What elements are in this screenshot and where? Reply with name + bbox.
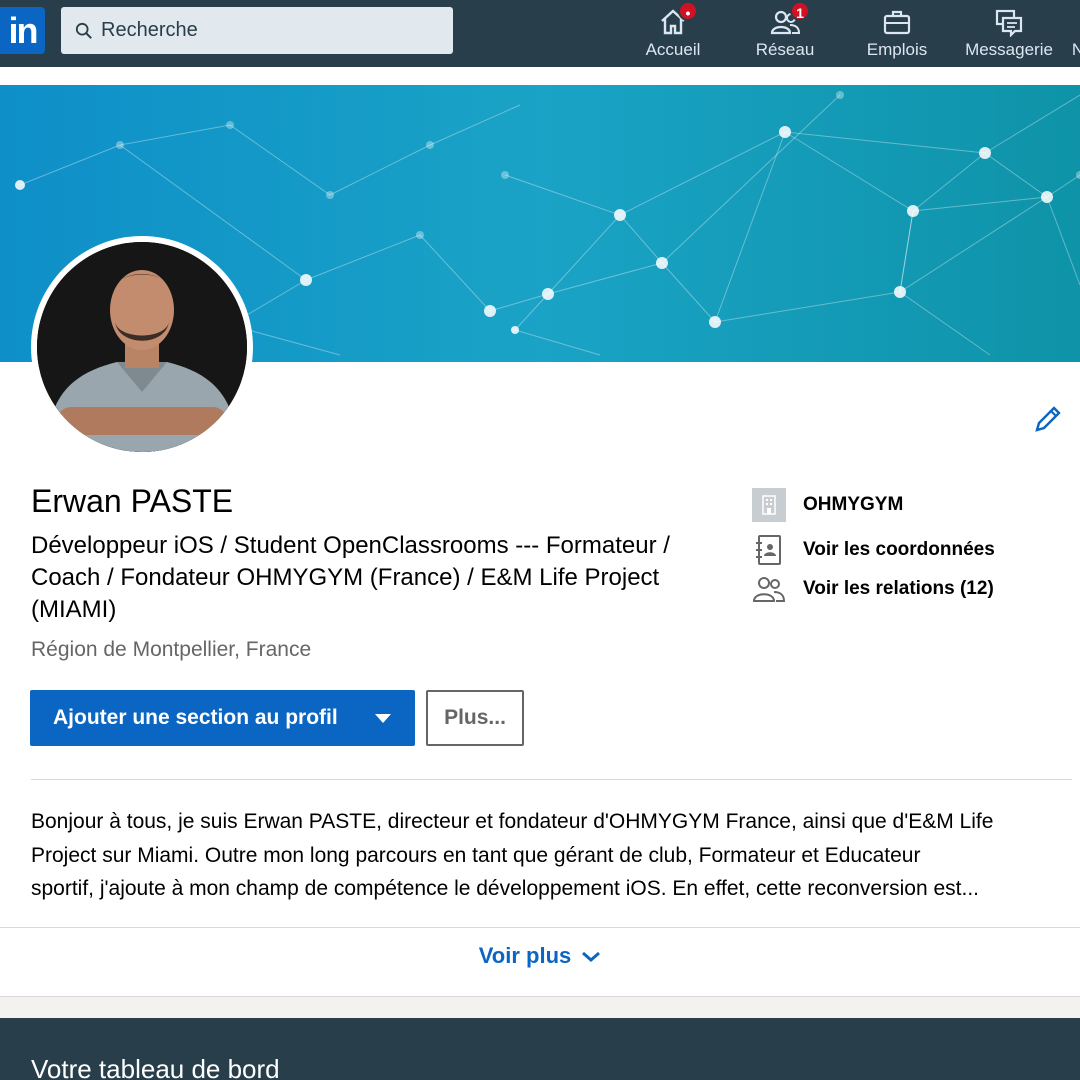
connections-link[interactable]: Voir les relations (12) <box>752 572 994 606</box>
nav-spacer <box>0 67 1080 85</box>
nav-item-messaging[interactable]: Messagerie <box>962 0 1056 67</box>
nav-item-notifications[interactable]: N <box>1068 0 1080 67</box>
nav-item-jobs[interactable]: Emplois <box>862 0 932 67</box>
linkedin-logo[interactable]: in <box>0 7 45 54</box>
search-input[interactable] <box>101 19 431 42</box>
contact-card-icon <box>756 535 781 565</box>
about-summary: Bonjour à tous, je suis Erwan PASTE, dir… <box>31 805 1071 906</box>
profile-photo[interactable] <box>31 236 253 458</box>
dashboard-title: Votre tableau de bord <box>31 1054 280 1080</box>
nav-label-jobs: Emplois <box>866 40 928 59</box>
add-profile-section-label: Ajouter une section au profil <box>53 706 338 729</box>
about-line: sportif, j'ajoute à mon champ de compéte… <box>31 877 979 900</box>
notification-badge: 1 <box>790 1 810 21</box>
section-divider <box>0 927 1080 928</box>
contact-info-label: Voir les coordonnées <box>803 539 995 560</box>
search-bar[interactable] <box>61 7 453 54</box>
briefcase-icon <box>883 10 911 35</box>
nav-item-home[interactable]: • Accueil <box>640 0 706 67</box>
contact-info-link[interactable]: Voir les coordonnées <box>752 533 995 567</box>
dashboard-section: Votre tableau de bord <box>0 1018 1080 1080</box>
top-nav: in • Accueil 1 Réseau Emplois Messagerie… <box>0 0 1080 67</box>
messaging-icon <box>995 9 1023 38</box>
building-icon <box>752 488 786 522</box>
see-more-button[interactable]: Voir plus <box>0 943 1080 969</box>
company-name: OHMYGYM <box>803 494 904 515</box>
chevron-down-icon <box>582 952 601 963</box>
profile-photo-image <box>37 242 247 452</box>
more-button[interactable]: Plus... <box>426 690 524 746</box>
nav-label-notifications: N <box>1071 40 1080 59</box>
nav-label-messaging: Messagerie <box>965 40 1053 59</box>
add-profile-section-button[interactable]: Ajouter une section au profil <box>30 690 415 746</box>
edit-pencil-icon[interactable] <box>1032 403 1064 435</box>
nav-label-network: Réseau <box>755 40 815 59</box>
notification-badge: • <box>678 1 698 21</box>
about-line: Bonjour à tous, je suis Erwan PASTE, dir… <box>31 810 994 833</box>
search-icon <box>75 22 92 39</box>
profile-card: Erwan PASTE Développeur iOS / Student Op… <box>0 85 1080 997</box>
nav-item-network[interactable]: 1 Réseau <box>752 0 818 67</box>
nav-label-home: Accueil <box>645 40 701 59</box>
current-company[interactable]: OHMYGYM <box>752 488 903 522</box>
profile-headline: Développeur iOS / Student OpenClassrooms… <box>31 532 670 623</box>
connections-icon <box>752 577 786 602</box>
profile-location: Région de Montpellier, France <box>31 638 312 661</box>
section-divider <box>31 779 1072 780</box>
about-line: Project sur Miami. Outre mon long parcou… <box>31 843 921 867</box>
connections-label: Voir les relations (12) <box>803 578 994 599</box>
see-more-label: Voir plus <box>478 943 572 968</box>
profile-name: Erwan PASTE <box>31 483 234 519</box>
caret-down-icon <box>375 714 391 723</box>
